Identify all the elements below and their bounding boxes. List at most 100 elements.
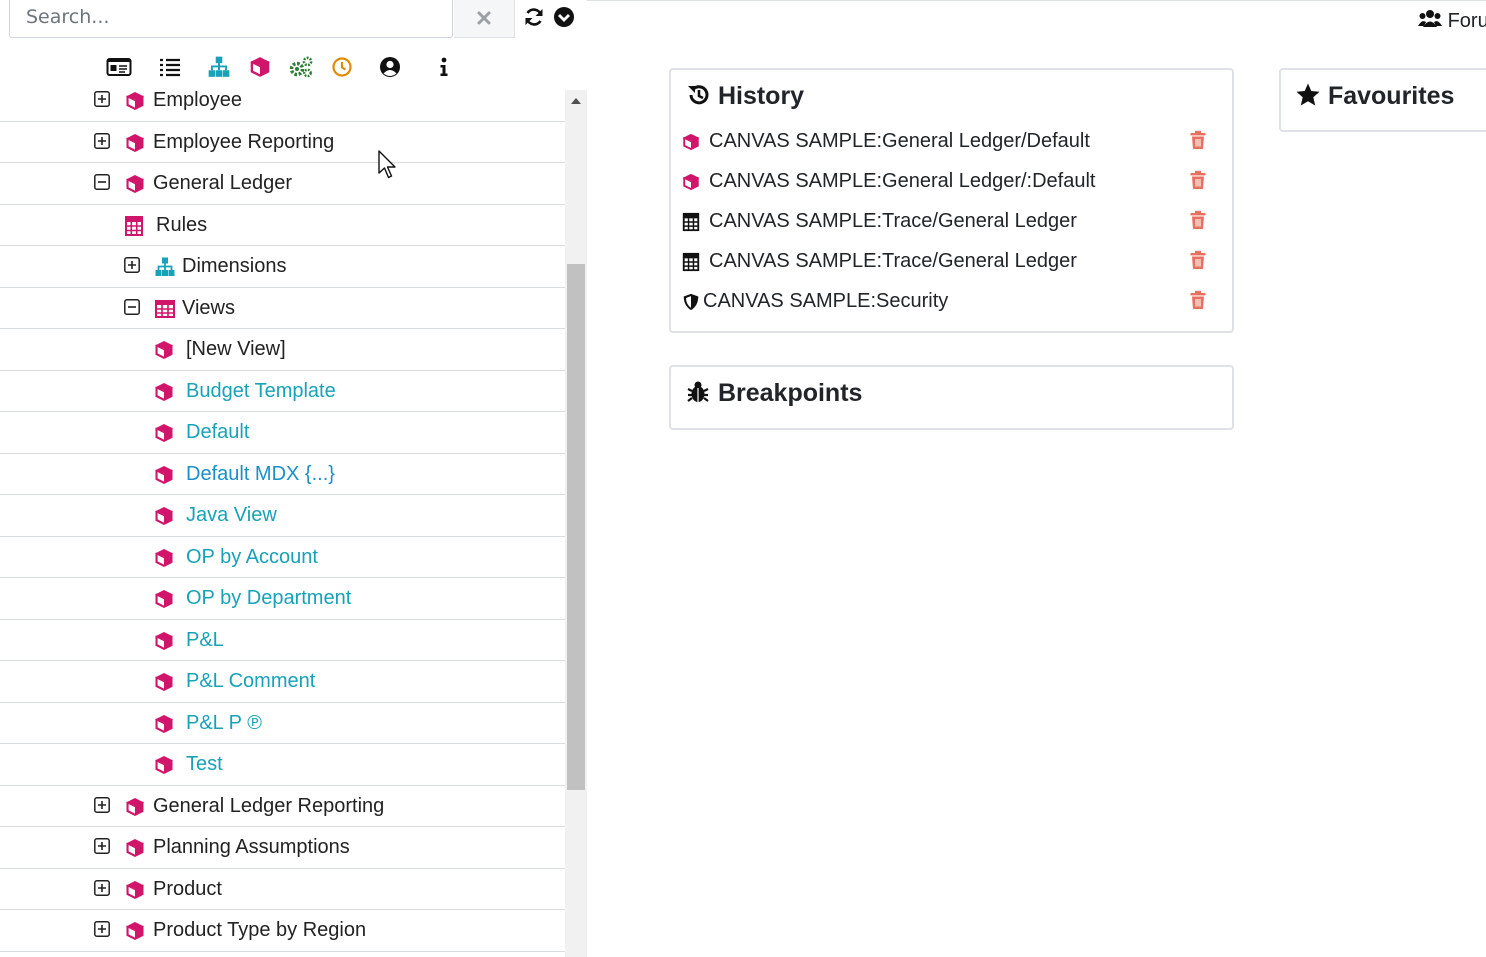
tree-item-default-mdx[interactable]: Default MDX {...} [0, 454, 565, 495]
calculator-icon [123, 215, 145, 237]
tree-scrollbar-thumb[interactable] [567, 264, 585, 790]
tree-item-planning-assumptions[interactable]: Planning Assumptions [0, 827, 565, 869]
collapse-icon[interactable] [94, 174, 110, 190]
tree-item-label[interactable]: OP by Department [186, 586, 351, 610]
forum-label: Foru [1447, 10, 1486, 32]
history-icon [688, 85, 709, 105]
cube-icon [153, 422, 175, 444]
history-item[interactable]: CANVAS SAMPLE:General Ledger/:Default [679, 168, 1219, 198]
calculator-icon [681, 212, 701, 232]
trash-icon[interactable] [1189, 210, 1207, 230]
tree-item-rules[interactable]: Rules [0, 205, 565, 246]
tree-item-label: General Ledger Reporting [153, 794, 385, 817]
favourites-panel: Favourites [1279, 68, 1486, 132]
breakpoints-panel: Breakpoints [669, 365, 1234, 430]
toolbar-clock-button[interactable] [329, 55, 355, 79]
toolbar-user-circle-button[interactable] [377, 55, 403, 79]
close-icon [477, 11, 491, 25]
tree-item-label: Product [153, 877, 222, 900]
tree-item-product[interactable]: Product [0, 869, 565, 910]
tree-item-label: Product Type by Region [153, 919, 367, 941]
history-panel: History CANVAS SAMPLE:General Ledger/Def… [669, 68, 1234, 333]
toolbar-info-button[interactable] [431, 55, 457, 79]
tree-item-label[interactable]: P&L P ℗ [186, 711, 262, 735]
tree-item-label[interactable]: Default MDX {...} [186, 462, 335, 486]
tree-item-label: [New View] [186, 338, 286, 360]
tree-item-label[interactable]: Budget Template [186, 379, 336, 403]
cube-icon [250, 57, 270, 77]
search-placeholder: Search... [26, 6, 110, 28]
history-item-label[interactable]: CANVAS SAMPLE:Security [703, 290, 948, 313]
toolbar-cube-button[interactable] [247, 55, 273, 79]
tree-item-label[interactable]: P&L [186, 628, 224, 652]
tree-item-label[interactable]: Default [186, 420, 249, 444]
refresh-icon [525, 8, 543, 26]
cube-icon [153, 588, 175, 610]
cube-icon [153, 381, 175, 403]
tree-item-employee-reporting[interactable]: Employee Reporting [0, 122, 565, 163]
tree-item-product-type-by-region[interactable]: Product Type by Region [0, 910, 565, 952]
scroll-up-arrow-icon[interactable] [570, 96, 582, 106]
tree-item-java-view[interactable]: Java View [0, 495, 565, 537]
tree-item-new-view[interactable]: [New View] [0, 329, 565, 371]
table-icon [154, 298, 176, 320]
tree-item-label[interactable]: Test [186, 752, 223, 776]
expand-icon[interactable] [124, 257, 140, 273]
navigator-pane: Search... Employee Employee Reporting Ge… [0, 0, 587, 957]
expand-icon[interactable] [94, 879, 110, 896]
history-item[interactable]: CANVAS SAMPLE:Security [679, 288, 1219, 318]
tree-item-op-by-account[interactable]: OP by Account [0, 537, 565, 578]
cube-icon [124, 837, 146, 859]
tree-item-p-l[interactable]: P&L [0, 620, 565, 661]
users-icon [1418, 10, 1442, 27]
tree-item-general-ledger[interactable]: General Ledger [0, 163, 565, 205]
expand-icon[interactable] [94, 132, 110, 149]
trash-icon[interactable] [1189, 290, 1207, 310]
tree-item-dimensions[interactable]: Dimensions [0, 246, 565, 288]
tree-item-p-l-comment[interactable]: P&L Comment [0, 661, 565, 703]
tree-item-label: Rules [156, 213, 208, 236]
expand-icon[interactable] [94, 796, 110, 813]
history-item[interactable]: CANVAS SAMPLE:Trace/General Ledger [679, 248, 1219, 278]
tree-item-budget-template[interactable]: Budget Template [0, 371, 565, 412]
tree-item-employee[interactable]: Employee [0, 80, 565, 122]
history-item-label[interactable]: CANVAS SAMPLE:Trace/General Ledger [709, 210, 1077, 233]
tree-item-views[interactable]: Views [0, 288, 565, 329]
expand-icon[interactable] [94, 91, 110, 107]
clock-icon [332, 57, 352, 77]
tree-item-label[interactable]: Java View [186, 503, 277, 527]
history-item[interactable]: CANVAS SAMPLE:Trace/General Ledger [679, 208, 1219, 238]
history-item[interactable]: CANVAS SAMPLE:General Ledger/Default [679, 128, 1219, 158]
breakpoints-header: Breakpoints [685, 379, 862, 408]
tree-item-p-l-p[interactable]: P&L P ℗ [0, 703, 565, 744]
tree-item-label[interactable]: OP by Account [186, 545, 318, 569]
toolbar-id-card-button[interactable] [106, 55, 132, 79]
tree-item-label[interactable]: P&L Comment [186, 669, 315, 693]
history-item-label[interactable]: CANVAS SAMPLE:Trace/General Ledger [709, 250, 1077, 273]
tree-item-op-by-department[interactable]: OP by Department [0, 578, 565, 620]
toolbar-gears-button[interactable] [288, 55, 314, 79]
tree-item-label: General Ledger [153, 172, 292, 194]
cube-icon [124, 90, 146, 112]
tree-item-test[interactable]: Test [0, 744, 565, 786]
tree-item-general-ledger-reporting[interactable]: General Ledger Reporting [0, 786, 565, 827]
tree-item-default[interactable]: Default [0, 412, 565, 454]
tree-item-label: Employee [153, 89, 242, 111]
clear-search-button[interactable] [454, 0, 515, 38]
history-item-label[interactable]: CANVAS SAMPLE:General Ledger/Default [709, 130, 1090, 153]
search-input[interactable]: Search... [9, 0, 453, 38]
forum-link[interactable]: Foru [1418, 8, 1486, 36]
trash-icon[interactable] [1189, 130, 1207, 150]
star-icon [1296, 83, 1320, 106]
trash-icon[interactable] [1189, 170, 1207, 190]
tree-item-label: Planning Assumptions [153, 836, 350, 858]
expand-icon[interactable] [94, 838, 110, 854]
history-item-label[interactable]: CANVAS SAMPLE:General Ledger/:Default [709, 170, 1095, 193]
collapse-icon[interactable] [124, 298, 140, 315]
expand-icon[interactable] [94, 921, 110, 937]
toolbar-hierarchy-button[interactable] [206, 55, 232, 79]
trash-icon[interactable] [1189, 250, 1207, 270]
dropdown-button[interactable] [552, 5, 576, 29]
refresh-button[interactable] [522, 5, 546, 29]
toolbar-list-button[interactable] [157, 55, 183, 79]
